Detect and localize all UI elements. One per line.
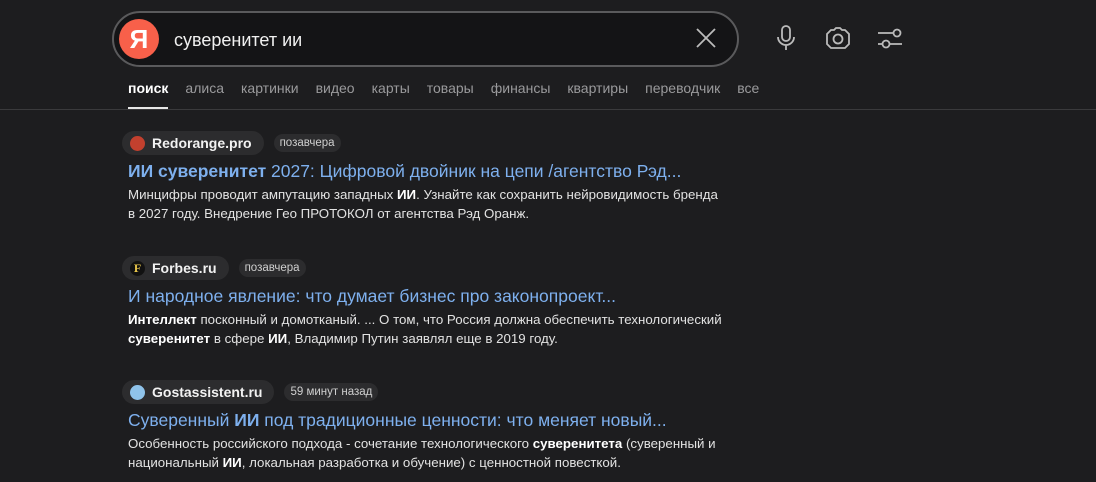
title-segment: ИИ суверенитет: [128, 161, 267, 181]
snippet-segment: в сфере: [210, 331, 269, 346]
search-tabs: поиск алиса картинки видео карты товары финанс…: [128, 80, 776, 109]
tab-9[interactable]: все: [737, 80, 759, 96]
title-segment: Суверенный: [128, 410, 235, 430]
tab-8[interactable]: переводчик: [645, 80, 720, 96]
tab-1[interactable]: алиса: [185, 80, 224, 96]
divider: [0, 109, 1096, 110]
snippet-segment: суверенитета: [532, 436, 623, 451]
source-link[interactable]: Gostassistent.ru: [122, 380, 275, 404]
favicon-icon: [130, 135, 145, 151]
time-badge: позавчера: [273, 134, 341, 152]
snippet-segment: Минцифры проводит ампутацию западных: [128, 187, 397, 202]
tab-0[interactable]: поиск: [128, 80, 169, 109]
source-link[interactable]: F Forbes.ru: [122, 256, 229, 280]
title-segment: И народное явление: что думает бизнес пр…: [128, 286, 616, 306]
time-badge: позавчера: [238, 259, 306, 277]
tab-6[interactable]: финансы: [491, 80, 551, 96]
title-segment: 2027: Цифровой двойник на цепи /агентств…: [266, 161, 682, 181]
title-segment: под традиционные ценности: что меняет но…: [259, 410, 667, 430]
search-input[interactable]: суверенитет ии: [174, 30, 302, 51]
microphone-icon[interactable]: [772, 24, 800, 52]
tab-4[interactable]: карты: [372, 80, 410, 96]
source-link[interactable]: Redorange.pro: [122, 131, 264, 155]
favicon-icon: F: [130, 260, 145, 276]
settings-sliders-icon[interactable]: [876, 24, 904, 52]
search-result: F Forbes.ru позавчера И народное явление: …: [122, 256, 722, 348]
result-title-link[interactable]: Суверенный ИИ под традиционные ценности:…: [128, 410, 722, 431]
snippet-segment: суверенитет: [128, 331, 211, 346]
result-snippet: Особенность российского подхода - сочета…: [128, 434, 722, 472]
search-box[interactable]: Я суверенитет ии: [112, 11, 739, 67]
result-title-link[interactable]: ИИ суверенитет 2027: Цифровой двойник на…: [128, 161, 722, 182]
result-snippet: Минцифры проводит ампутацию западных ИИ.…: [128, 185, 722, 223]
snippet-segment: ИИ: [222, 455, 242, 470]
search-result: Gostassistent.ru 59 минут назад Суверенны…: [122, 380, 722, 472]
result-snippet: Интеллект посконный и домотканый. ... О …: [128, 310, 722, 348]
snippet-segment: ИИ: [268, 331, 288, 346]
favicon-icon: [130, 384, 145, 400]
snippet-segment: , локальная разработка и обучение) с цен…: [241, 455, 621, 470]
snippet-segment: Интеллект: [128, 312, 197, 327]
tab-5[interactable]: товары: [427, 80, 474, 96]
snippet-segment: посконный и домотканый. ... О том, что Р…: [196, 312, 722, 327]
tab-7[interactable]: квартиры: [567, 80, 628, 96]
time-badge: 59 минут назад: [284, 383, 379, 401]
clear-icon[interactable]: [693, 25, 719, 51]
snippet-segment: , Владимир Путин заявлял еще в 2019 году…: [287, 331, 558, 346]
title-segment: ИИ: [234, 410, 260, 430]
source-name: Redorange.pro: [152, 135, 252, 151]
source-name: Forbes.ru: [152, 260, 217, 276]
camera-icon[interactable]: [824, 24, 852, 52]
tab-3[interactable]: видео: [316, 80, 355, 96]
result-title-link[interactable]: И народное явление: что думает бизнес пр…: [128, 286, 722, 307]
yandex-logo[interactable]: Я: [119, 19, 159, 59]
snippet-segment: Особенность российского подхода - сочета…: [128, 436, 533, 451]
source-name: Gostassistent.ru: [152, 384, 263, 400]
search-result: Redorange.pro позавчера ИИ суверенитет 20…: [122, 131, 722, 223]
snippet-segment: ИИ: [396, 187, 417, 202]
tab-2[interactable]: картинки: [241, 80, 299, 96]
